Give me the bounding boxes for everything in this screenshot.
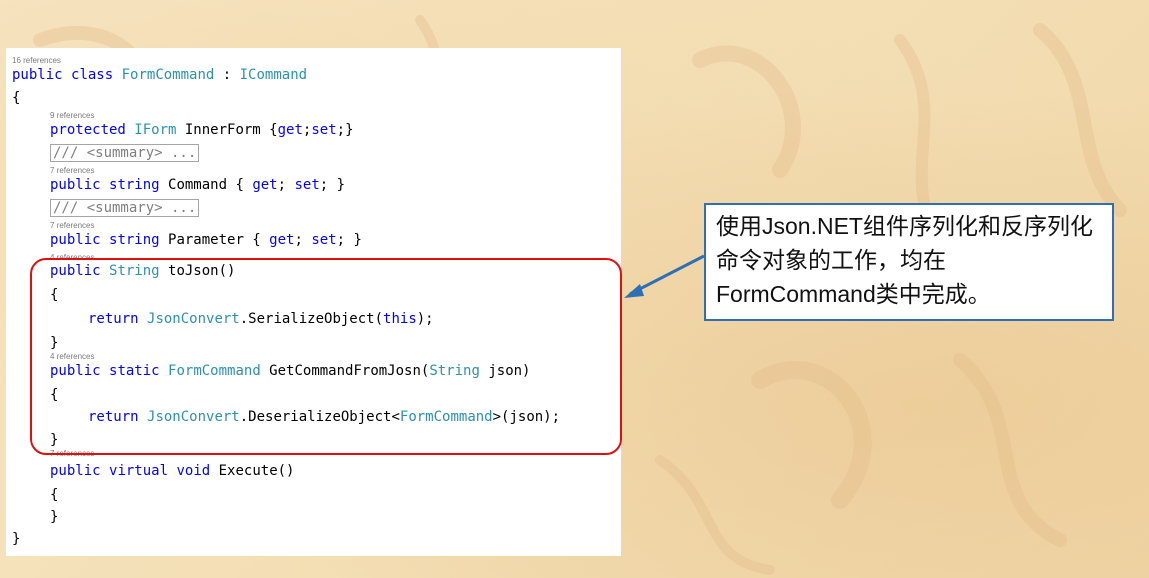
- code-text: ; }: [319, 177, 346, 193]
- code-line-class-declaration: public class FormCommand : ICommand: [12, 66, 612, 85]
- arrow-icon: [624, 254, 705, 298]
- reference-count[interactable]: 16 references: [12, 56, 61, 66]
- collapsed-summary-block[interactable]: /// <summary> ...: [50, 199, 200, 217]
- code-text: InnerForm {: [176, 122, 278, 138]
- keyword: public: [50, 177, 101, 193]
- code-text: ;: [277, 177, 295, 193]
- code-text: Command {: [159, 177, 253, 193]
- code-line-execute-method: public virtual void Execute(): [50, 462, 650, 481]
- keyword: get: [269, 232, 295, 248]
- type-name: IForm: [134, 122, 177, 138]
- collapsed-summary-block[interactable]: /// <summary> ...: [50, 144, 200, 162]
- code-text: Execute(): [210, 463, 295, 479]
- code-text: ;: [294, 232, 312, 248]
- reference-count[interactable]: 7 references: [50, 221, 94, 231]
- code-line-brace: {: [12, 90, 21, 106]
- keyword: string: [109, 177, 160, 193]
- keyword: set: [294, 177, 320, 193]
- keyword: virtual: [109, 463, 169, 479]
- code-line-parameter-property: public string Parameter { get; set; }: [50, 231, 650, 250]
- callout-text: 使用Json.NET组件序列化和反序列化命令对象的工作，均在FormComman…: [716, 213, 1093, 307]
- reference-count[interactable]: 9 references: [50, 111, 94, 121]
- code-line-summary: /// <summary> ...: [50, 144, 650, 163]
- type-name: FormCommand: [121, 67, 215, 83]
- code-text: ; }: [336, 232, 362, 248]
- code-text: :: [214, 67, 240, 83]
- code-line-brace: {: [50, 487, 59, 503]
- code-line-summary: /// <summary> ...: [50, 199, 650, 218]
- keyword: get: [277, 122, 303, 138]
- callout-box: 使用Json.NET组件序列化和反序列化命令对象的工作，均在FormComman…: [704, 203, 1114, 321]
- keyword: class: [71, 67, 114, 83]
- highlight-box: [30, 258, 622, 455]
- code-text: ;}: [336, 122, 354, 138]
- code-line-brace: }: [12, 531, 21, 547]
- keyword: string: [109, 232, 160, 248]
- keyword: public: [12, 67, 63, 83]
- type-name: ICommand: [239, 67, 308, 83]
- keyword: void: [176, 463, 211, 479]
- keyword: protected: [50, 122, 126, 138]
- code-line-brace: }: [50, 509, 59, 525]
- code-line-command-property: public string Command { get; set; }: [50, 176, 650, 195]
- keyword: set: [311, 232, 337, 248]
- keyword: public: [50, 463, 101, 479]
- keyword: get: [252, 177, 278, 193]
- keyword: public: [50, 232, 101, 248]
- reference-count[interactable]: 7 references: [50, 166, 94, 176]
- keyword: set: [311, 122, 337, 138]
- code-line-innerform: protected IForm InnerForm {get;set;}: [50, 121, 650, 140]
- code-text: Parameter {: [159, 232, 270, 248]
